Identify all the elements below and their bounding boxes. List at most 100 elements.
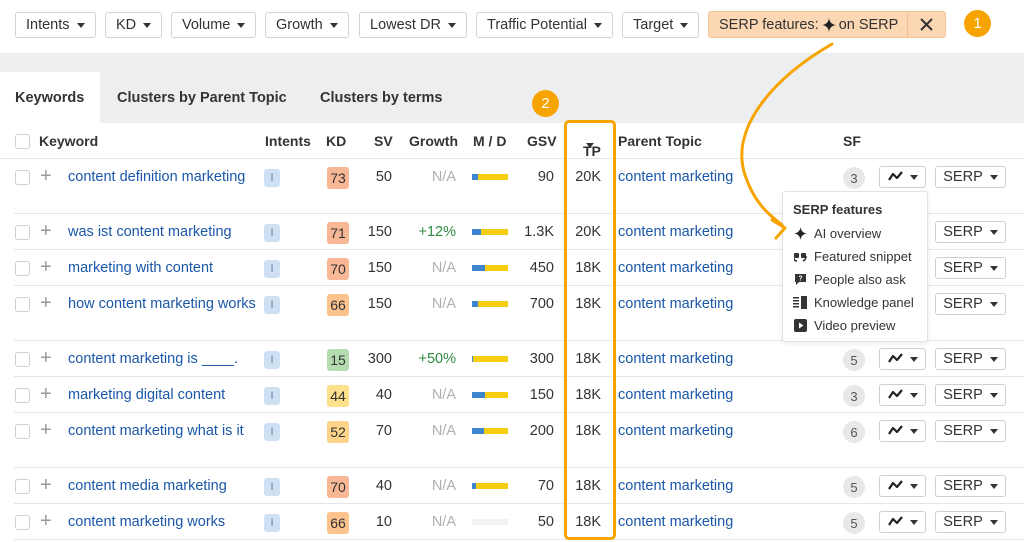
filter-lowest-dr-button[interactable]: Lowest DR — [359, 12, 467, 38]
add-to-list-icon[interactable]: + — [40, 166, 52, 186]
row-checkbox[interactable] — [15, 388, 30, 403]
keyword-link[interactable]: content media marketing — [68, 477, 258, 496]
add-to-list-icon[interactable]: + — [40, 475, 52, 495]
serp-dropdown-button[interactable]: SERP — [935, 293, 1006, 315]
tab-clusters-by-terms[interactable]: Clusters by terms — [305, 72, 458, 123]
serp-feature-people-also-ask[interactable]: ? People also ask — [793, 268, 917, 291]
keyword-link[interactable]: marketing digital content — [68, 386, 258, 405]
column-header-parent-topic[interactable]: Parent Topic — [618, 133, 702, 149]
parent-topic-link[interactable]: content marketing — [618, 351, 733, 367]
parent-topic-link[interactable]: content marketing — [618, 260, 733, 276]
add-to-list-icon[interactable]: + — [40, 221, 52, 241]
serp-feature-label: People also ask — [814, 272, 906, 287]
serp-feature-knowledge-panel[interactable]: Knowledge panel — [793, 291, 917, 314]
serp-dropdown-button[interactable]: SERP — [935, 511, 1006, 533]
trend-dropdown[interactable] — [879, 420, 926, 442]
row-checkbox[interactable] — [15, 352, 30, 367]
serp-dropdown-button[interactable]: SERP — [935, 475, 1006, 497]
parent-topic-link[interactable]: content marketing — [618, 478, 733, 494]
serp-features-count[interactable]: 5 — [843, 476, 865, 498]
add-to-list-icon[interactable]: + — [40, 348, 52, 368]
column-header-kd[interactable]: KD — [326, 133, 346, 149]
global-search-volume: 50 — [537, 514, 554, 530]
row-checkbox[interactable] — [15, 424, 30, 439]
serp-features-count[interactable]: 5 — [843, 512, 865, 534]
mobile-desktop-bar — [472, 428, 508, 434]
add-to-list-icon[interactable]: + — [40, 384, 52, 404]
serp-button-label: SERP — [943, 351, 983, 367]
trend-chart-icon — [887, 478, 904, 494]
add-to-list-icon[interactable]: + — [40, 293, 52, 313]
parent-topic-link[interactable]: content marketing — [618, 169, 733, 185]
serp-dropdown-button[interactable]: SERP — [935, 420, 1006, 442]
table-row: + content marketing works I 66 10 N/A 50… — [14, 504, 1024, 540]
filter-volume-button[interactable]: Volume — [171, 12, 257, 38]
column-header-gsv[interactable]: GSV — [527, 133, 557, 149]
row-checkbox[interactable] — [15, 261, 30, 276]
filter-target-button[interactable]: Target — [622, 12, 700, 38]
add-to-list-icon[interactable]: + — [40, 511, 52, 531]
keyword-link[interactable]: content marketing is ____. — [68, 350, 258, 369]
column-header-sf[interactable]: SF — [843, 133, 861, 149]
filter-intents-button[interactable]: Intents — [15, 12, 96, 38]
row-checkbox[interactable] — [15, 170, 30, 185]
table-row: + content marketing what is it I 52 70 N… — [14, 413, 1024, 468]
row-checkbox[interactable] — [15, 297, 30, 312]
trend-dropdown[interactable] — [879, 166, 926, 188]
trend-dropdown[interactable] — [879, 348, 926, 370]
clear-filter-button[interactable] — [908, 12, 944, 37]
tab-keywords[interactable]: Keywords — [0, 72, 100, 123]
filter-traffic-potential-button[interactable]: Traffic Potential — [476, 12, 613, 38]
keyword-link[interactable]: content marketing works — [68, 513, 258, 532]
serp-button-label: SERP — [943, 224, 983, 240]
keyword-link[interactable]: how content marketing works — [68, 295, 258, 314]
traffic-potential: 18K — [575, 423, 601, 439]
keyword-link[interactable]: was ist content marketing — [68, 223, 258, 242]
serp-feature-featured-snippet[interactable]: Featured snippet — [793, 245, 917, 268]
add-to-list-icon[interactable]: + — [40, 420, 52, 440]
serp-feature-video-preview[interactable]: Video preview — [793, 314, 917, 337]
row-checkbox[interactable] — [15, 225, 30, 240]
serp-dropdown-button[interactable]: SERP — [935, 348, 1006, 370]
filter-kd-button[interactable]: KD — [105, 12, 163, 38]
mobile-desktop-bar — [472, 265, 508, 271]
trend-chart-icon — [887, 351, 904, 367]
tab-clusters-by-parent-topic[interactable]: Clusters by Parent Topic — [102, 72, 302, 123]
filter-growth-button[interactable]: Growth — [265, 12, 349, 38]
kd-badge: 70 — [327, 476, 349, 498]
serp-dropdown-button[interactable]: SERP — [935, 384, 1006, 406]
keyword-link[interactable]: marketing with content — [68, 259, 258, 278]
add-to-list-icon[interactable]: + — [40, 257, 52, 277]
serp-features-count[interactable]: 6 — [843, 421, 865, 443]
serp-feature-ai-overview[interactable]: AI overview — [793, 222, 917, 245]
serp-features-count[interactable]: 3 — [843, 167, 865, 189]
trend-dropdown[interactable] — [879, 511, 926, 533]
keyword-link[interactable]: content marketing what is it — [68, 422, 258, 441]
parent-topic-link[interactable]: content marketing — [618, 387, 733, 403]
trend-dropdown[interactable] — [879, 475, 926, 497]
column-header-sv[interactable]: SV — [374, 133, 393, 149]
search-volume: 150 — [367, 224, 392, 240]
serp-dropdown-button[interactable]: SERP — [935, 166, 1006, 188]
trend-dropdown[interactable] — [879, 384, 926, 406]
serp-features-filter-button[interactable]: SERP features: on SERP — [709, 12, 909, 37]
row-checkbox[interactable] — [15, 479, 30, 494]
parent-topic-link[interactable]: content marketing — [618, 224, 733, 240]
select-all-checkbox[interactable] — [15, 134, 30, 149]
serp-features-count[interactable]: 5 — [843, 349, 865, 371]
intent-badge: I — [264, 260, 280, 278]
caret-down-icon — [680, 22, 689, 28]
serp-dropdown-button[interactable]: SERP — [935, 257, 1006, 279]
keyword-link[interactable]: content definition marketing — [68, 168, 258, 187]
parent-topic-link[interactable]: content marketing — [618, 514, 733, 530]
column-header-md[interactable]: M / D — [473, 133, 506, 149]
serp-features-count[interactable]: 3 — [843, 385, 865, 407]
column-header-keyword[interactable]: Keyword — [39, 133, 98, 149]
column-header-growth[interactable]: Growth — [409, 133, 458, 149]
filter-label: Lowest DR — [370, 17, 441, 33]
parent-topic-link[interactable]: content marketing — [618, 296, 733, 312]
parent-topic-link[interactable]: content marketing — [618, 423, 733, 439]
row-checkbox[interactable] — [15, 515, 30, 530]
serp-dropdown-button[interactable]: SERP — [935, 221, 1006, 243]
column-header-intents[interactable]: Intents — [265, 133, 311, 149]
